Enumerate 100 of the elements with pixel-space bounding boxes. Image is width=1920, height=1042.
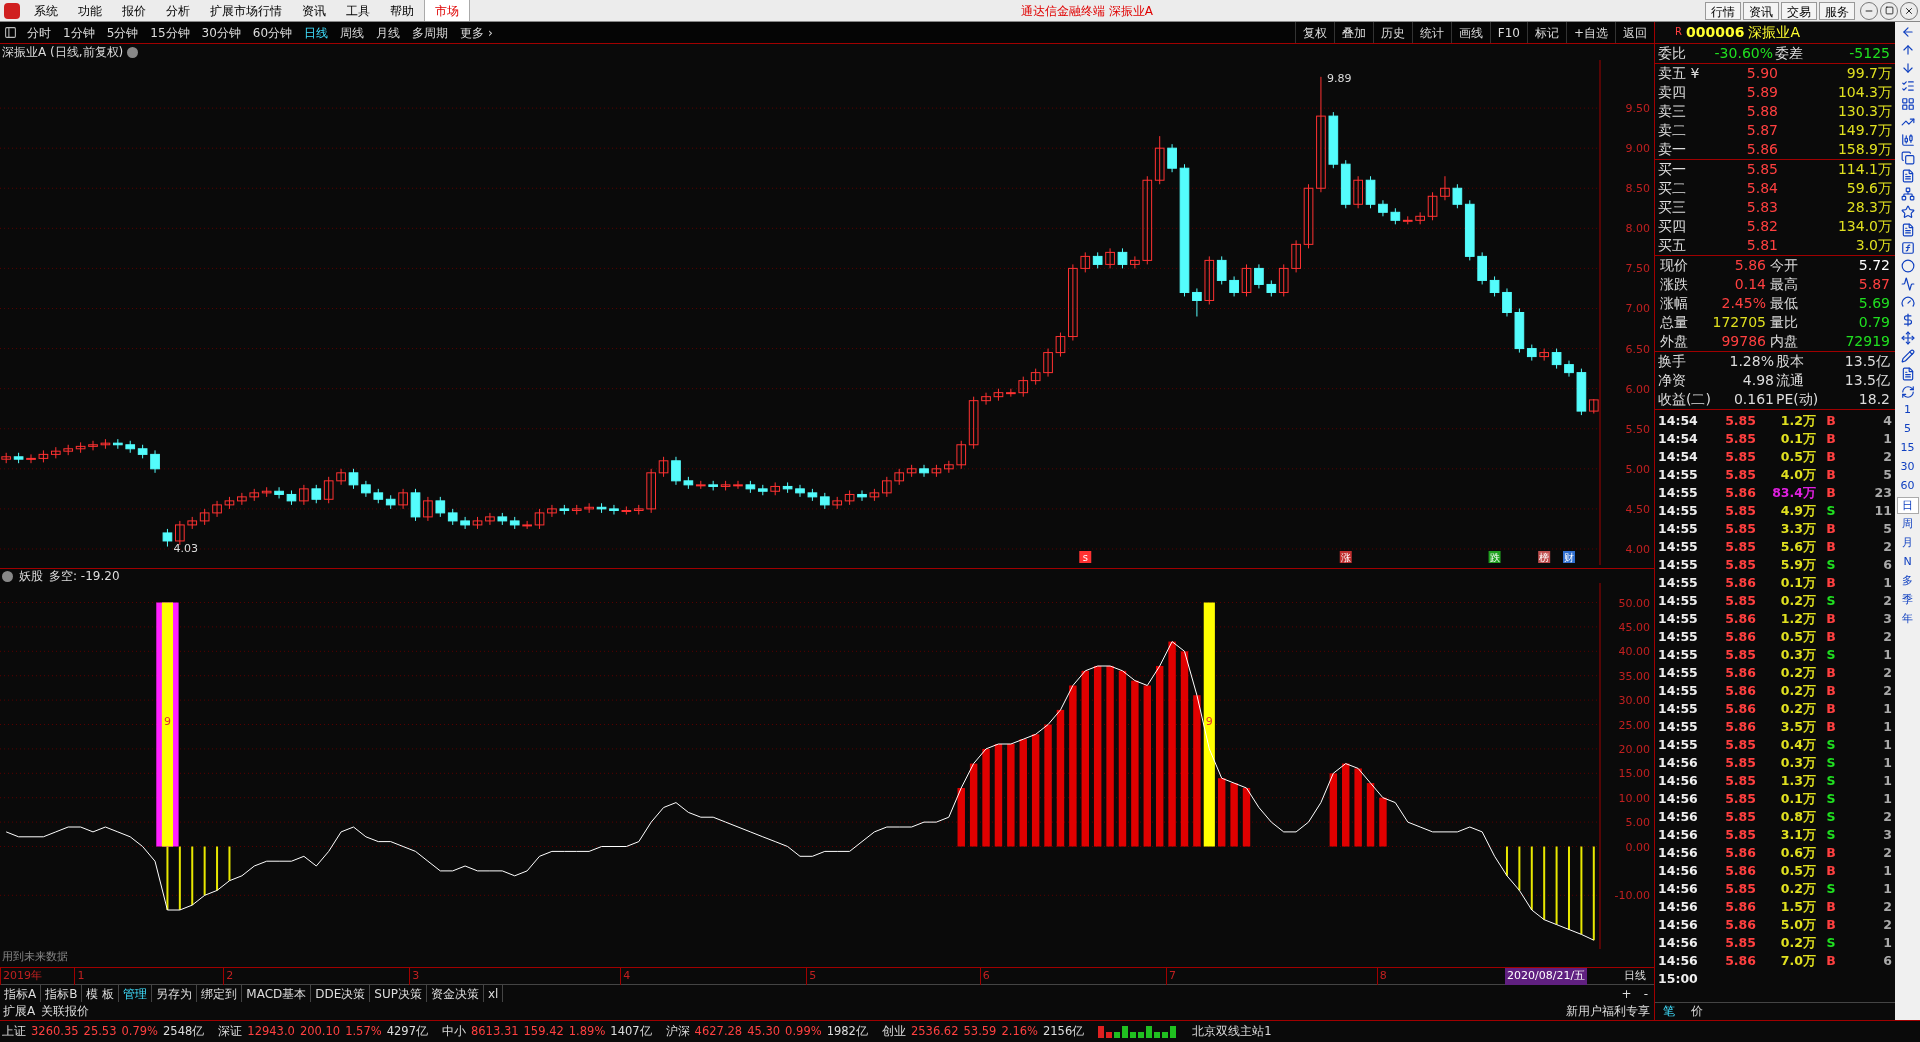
chart-tool-button[interactable]: 画线 [1450,22,1490,43]
chart-tool-button[interactable]: 历史 [1372,22,1412,43]
index-amount: 2156亿 [1043,1022,1085,1040]
side-period-button[interactable]: 多 [1896,573,1919,590]
chart-tool-button[interactable]: 叠加 [1333,22,1373,43]
side-period-button[interactable]: 1 [1896,402,1919,419]
side-period-button[interactable]: 5 [1896,421,1919,438]
quote-label: 流通 [1776,371,1805,390]
tick-count: 2 [1882,916,1892,934]
value-tick: 15.00 [1618,767,1650,781]
chart-tool-button[interactable]: +自选 [1565,22,1615,43]
event-badge[interactable]: 榜 [1538,551,1551,563]
tick-time: 14:55 [1658,736,1699,754]
period-tab[interactable]: 30分钟 [195,23,247,42]
chart-tool-button[interactable]: 统计 [1411,22,1451,43]
tick-side: S [1825,646,1837,664]
period-tab[interactable]: 更多 › [454,23,499,42]
quote-label: 最高 [1769,275,1799,294]
menu-item[interactable]: 市场 [424,0,470,21]
period-tab[interactable]: 多周期 [406,23,455,42]
signal-label: 9 [1205,714,1213,728]
menu-item[interactable]: 资讯 [292,0,336,21]
tick-side: B [1825,520,1837,538]
period-tab[interactable]: 1分钟 [57,23,101,42]
side-period-button[interactable]: 日 [1896,497,1919,514]
period-tab[interactable]: 周线 [334,23,371,42]
order-volume: 158.9万 [1836,140,1892,159]
order-level: 卖一 [1658,140,1687,159]
side-period-button[interactable]: 年 [1896,611,1919,628]
tick-volume: 0.1万 [1779,790,1816,808]
price-tick: 8.00 [1625,222,1650,236]
side-period-button[interactable]: 季 [1896,592,1919,609]
quote-label: 股本 [1776,352,1805,371]
tick-side: B [1825,430,1837,448]
quote-value: 2.45% [1720,294,1767,313]
order-price: 5.85 [1745,160,1778,179]
side-period-button[interactable]: 月 [1896,535,1919,552]
menu-item[interactable]: 系统 [24,0,68,21]
index-percent: 1.57% [345,1022,382,1040]
tick-volume: 5.6万 [1779,538,1816,556]
menu-item[interactable]: 工具 [336,0,380,21]
index-name: 上证 [2,1022,26,1040]
side-period-button[interactable]: 15 [1896,440,1919,457]
event-badge[interactable]: s [1079,551,1092,563]
tick-time: 14:55 [1658,664,1699,682]
side-period-button[interactable]: 30 [1896,459,1919,476]
chart-tool-button[interactable]: 标记 [1526,22,1566,43]
order-volume: 130.3万 [1836,102,1892,121]
quote-label: 最低 [1769,294,1799,313]
quote-value: 0.79 [1857,313,1891,332]
tick-side: S [1825,556,1837,574]
tick-volume: 0.8万 [1779,808,1816,826]
quote-value: 5.69 [1857,294,1891,313]
top-button[interactable]: 服务 [1819,1,1855,20]
side-period-button[interactable]: N [1896,554,1919,571]
promo-link[interactable]: 新用户福利专享 [1562,1002,1654,1020]
order-price: 5.90 [1745,64,1778,83]
period-tab[interactable]: 分时 [21,23,57,42]
zoom-button[interactable]: + [1615,984,1638,1003]
chart-tool-button[interactable]: 复权 [1294,22,1334,43]
tick-volume: 1.2万 [1779,610,1816,628]
tick-volume: 0.2万 [1779,934,1816,952]
menu-item[interactable]: 报价 [112,0,156,21]
tick-price: 5.85 [1724,880,1756,898]
detail-tab[interactable]: 笔 [1655,1002,1683,1021]
period-tab[interactable]: 15分钟 [144,23,196,42]
value-tick: 50.00 [1618,596,1650,610]
tick-side: S [1825,934,1837,952]
tick-price: 5.86 [1724,682,1756,700]
index-amount: 1407亿 [610,1022,652,1040]
tick-side: B [1825,898,1837,916]
tick-count: 2 [1882,808,1892,826]
top-button[interactable]: 行情 [1705,1,1741,20]
tick-side: S [1825,754,1837,772]
extra-tab[interactable]: 关联报价 [38,1002,93,1020]
extra-tab[interactable]: 扩展A [0,1002,39,1020]
tick-volume: 0.2万 [1779,682,1816,700]
menu-item[interactable]: 扩展市场行情 [200,0,292,21]
event-badge[interactable]: 涨 [1339,551,1352,563]
chart-tool-button[interactable]: F10 [1489,22,1527,43]
period-tab[interactable]: 60分钟 [246,23,299,42]
quote-label: 委差 [1775,44,1804,63]
tick-price: 5.85 [1724,754,1756,772]
menu-item[interactable]: 分析 [156,0,200,21]
detail-tab[interactable]: 价 [1683,1002,1711,1021]
period-tab[interactable]: 月线 [370,23,407,42]
menu-item[interactable]: 功能 [68,0,112,21]
side-period-button[interactable]: 60 [1896,478,1919,495]
menu-item[interactable]: 帮助 [380,0,424,21]
side-period-button[interactable]: 周 [1896,516,1919,533]
top-button[interactable]: 交易 [1781,1,1817,20]
order-level: 买二 [1658,179,1687,198]
quote-label: PE(动) [1776,390,1820,409]
price-label: 9.89 [1326,71,1352,85]
zoom-button[interactable]: - [1637,984,1654,1003]
top-button[interactable]: 资讯 [1743,1,1779,20]
period-tab[interactable]: 5分钟 [100,23,145,42]
chart-tool-button[interactable]: 返回 [1615,22,1654,43]
period-tab[interactable]: 日线 [298,23,335,42]
event-badge[interactable]: 财 [1563,551,1575,563]
